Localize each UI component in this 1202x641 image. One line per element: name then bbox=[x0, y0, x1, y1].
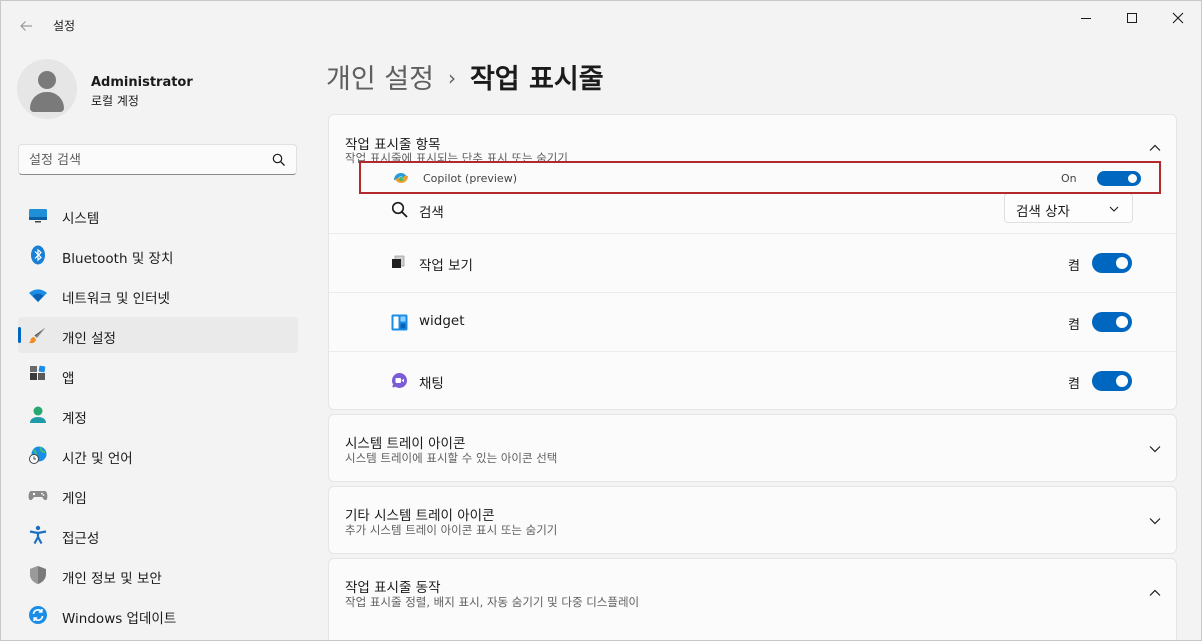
chat-label: 채팅 bbox=[419, 376, 444, 392]
search-setting-label: 검색 bbox=[419, 205, 444, 221]
chevron-up-icon[interactable] bbox=[1148, 586, 1162, 600]
user-profile[interactable]: Administrator 로컬 계정 bbox=[17, 59, 297, 121]
profile-account-type: 로컬 계정 bbox=[91, 94, 139, 108]
brush-icon bbox=[28, 327, 46, 344]
settings-window: 설정 Administrator 로컬 계정 시스템 Bluetooth 및 장… bbox=[0, 0, 1202, 641]
widget-label: widget bbox=[419, 313, 465, 329]
maximize-icon bbox=[1127, 13, 1137, 23]
sidebar-item-network[interactable]: 네트워크 및 인터넷 bbox=[18, 277, 298, 313]
sidebar-item-label: 게임 bbox=[62, 491, 87, 507]
card-title: 작업 표시줄 동작 bbox=[345, 580, 441, 596]
back-button[interactable] bbox=[13, 13, 39, 39]
toggle-state-text: On bbox=[1061, 172, 1077, 185]
copilot-label: Copilot (preview) bbox=[423, 172, 517, 185]
taskbar-items-card: 작업 표시줄 항목 작업 표시줄에 표시되는 단추 표시 또는 숨기기 검색 검… bbox=[328, 114, 1177, 410]
person-icon bbox=[30, 406, 46, 423]
widget-setting-row: widget 켬 bbox=[329, 292, 1176, 351]
wifi-icon bbox=[29, 289, 47, 302]
copilot-setting-row: Copilot (preview) On bbox=[359, 161, 1161, 194]
toggle-state-text: 켬 bbox=[1068, 318, 1080, 333]
system-tray-icons-card[interactable]: 시스템 트레이 아이콘 시스템 트레이에 표시할 수 있는 아이콘 선택 bbox=[328, 414, 1177, 482]
settings-search[interactable] bbox=[18, 144, 297, 175]
sidebar-item-label: Windows 업데이트 bbox=[62, 611, 177, 627]
task-view-icon bbox=[392, 255, 405, 268]
chevron-up-icon[interactable] bbox=[1148, 141, 1162, 155]
close-button[interactable] bbox=[1155, 1, 1201, 35]
chevron-down-icon[interactable] bbox=[1148, 514, 1162, 528]
sidebar-item-accounts[interactable]: 계정 bbox=[18, 397, 298, 433]
task-view-setting-row: 작업 보기 켬 bbox=[329, 233, 1176, 292]
avatar bbox=[17, 59, 77, 119]
accessibility-icon bbox=[29, 525, 47, 545]
search-mode-dropdown[interactable]: 검색 상자 bbox=[1004, 193, 1133, 223]
globe-clock-icon bbox=[29, 446, 47, 464]
arrow-left-icon bbox=[20, 21, 32, 31]
sidebar-item-accessibility[interactable]: 접근성 bbox=[18, 517, 298, 553]
sidebar-item-label: 접근성 bbox=[62, 531, 100, 547]
dropdown-value: 검색 상자 bbox=[1016, 204, 1070, 220]
search-setting-row: 검색 검색 상자 bbox=[329, 188, 1176, 233]
chat-toggle[interactable] bbox=[1092, 371, 1132, 391]
sidebar-nav: 시스템 Bluetooth 및 장치 네트워크 및 인터넷 개인 설정 앱 계정… bbox=[18, 197, 298, 637]
breadcrumb-separator: › bbox=[447, 66, 456, 90]
toggle-state-text: 켬 bbox=[1068, 377, 1080, 392]
sidebar-item-apps[interactable]: 앱 bbox=[18, 357, 298, 393]
chevron-down-icon bbox=[1109, 206, 1119, 212]
widget-icon bbox=[391, 314, 408, 331]
taskbar-behaviors-card[interactable]: 작업 표시줄 동작 작업 표시줄 정렬, 배지 표시, 자동 숨기기 및 다중 … bbox=[328, 558, 1177, 640]
sync-icon bbox=[29, 606, 47, 624]
title-bar: 설정 bbox=[1, 1, 1201, 49]
card-title: 기타 시스템 트레이 아이콘 bbox=[345, 508, 495, 524]
copilot-icon bbox=[394, 173, 408, 183]
other-tray-icons-card[interactable]: 기타 시스템 트레이 아이콘 추가 시스템 트레이 아이콘 표시 또는 숨기기 bbox=[328, 486, 1177, 554]
sidebar-item-label: 시간 및 언어 bbox=[62, 451, 133, 467]
sidebar-item-label: Bluetooth 및 장치 bbox=[62, 251, 174, 267]
sidebar-item-label: 시스템 bbox=[62, 211, 100, 227]
sidebar-item-time-language[interactable]: 시간 및 언어 bbox=[18, 437, 298, 473]
chevron-down-icon[interactable] bbox=[1148, 442, 1162, 456]
card-subtitle: 작업 표시줄 정렬, 배지 표시, 자동 숨기기 및 다중 디스플레이 bbox=[345, 595, 640, 609]
sidebar-item-privacy-security[interactable]: 개인 정보 및 보안 bbox=[18, 557, 298, 593]
app-title: 설정 bbox=[53, 19, 76, 33]
sidebar-item-label: 개인 설정 bbox=[62, 331, 116, 347]
task-view-label: 작업 보기 bbox=[419, 258, 473, 274]
maximize-button[interactable] bbox=[1109, 1, 1155, 35]
task-view-toggle[interactable] bbox=[1092, 253, 1132, 273]
sidebar-item-label: 계정 bbox=[62, 411, 87, 427]
sidebar-item-personalization[interactable]: 개인 설정 bbox=[18, 317, 298, 353]
page-title: 작업 표시줄 bbox=[469, 64, 604, 95]
bluetooth-icon bbox=[31, 245, 45, 265]
breadcrumb-parent[interactable]: 개인 설정 bbox=[326, 64, 434, 95]
profile-name: Administrator bbox=[91, 75, 193, 90]
apps-icon bbox=[30, 365, 46, 380]
sidebar-item-bluetooth[interactable]: Bluetooth 및 장치 bbox=[18, 237, 298, 273]
search-icon bbox=[391, 201, 408, 218]
toggle-state-text: 켬 bbox=[1068, 259, 1080, 274]
card-title: 시스템 트레이 아이콘 bbox=[345, 436, 466, 452]
minimize-button[interactable] bbox=[1063, 1, 1109, 35]
chat-setting-row: 채팅 켬 bbox=[329, 351, 1176, 409]
card-subtitle: 시스템 트레이에 표시할 수 있는 아이콘 선택 bbox=[345, 451, 558, 465]
gamepad-icon bbox=[28, 491, 48, 501]
sidebar-item-label: 개인 정보 및 보안 bbox=[62, 571, 162, 587]
shield-icon bbox=[30, 566, 46, 584]
breadcrumb: 개인 설정 › 작업 표시줄 bbox=[326, 57, 604, 97]
monitor-icon bbox=[29, 209, 47, 223]
search-input[interactable] bbox=[29, 151, 269, 169]
search-icon[interactable] bbox=[272, 153, 286, 167]
widget-toggle[interactable] bbox=[1092, 312, 1132, 332]
sidebar-item-gaming[interactable]: 게임 bbox=[18, 477, 298, 513]
chat-icon bbox=[392, 373, 407, 388]
sidebar-item-windows-update[interactable]: Windows 업데이트 bbox=[18, 597, 298, 633]
copilot-toggle[interactable] bbox=[1097, 171, 1141, 186]
sidebar-item-label: 앱 bbox=[62, 371, 75, 387]
close-icon bbox=[1172, 12, 1184, 24]
minimize-icon bbox=[1081, 17, 1091, 19]
card-subtitle: 추가 시스템 트레이 아이콘 표시 또는 숨기기 bbox=[345, 523, 558, 537]
sidebar-item-label: 네트워크 및 인터넷 bbox=[62, 291, 170, 307]
sidebar-item-system[interactable]: 시스템 bbox=[18, 197, 298, 233]
